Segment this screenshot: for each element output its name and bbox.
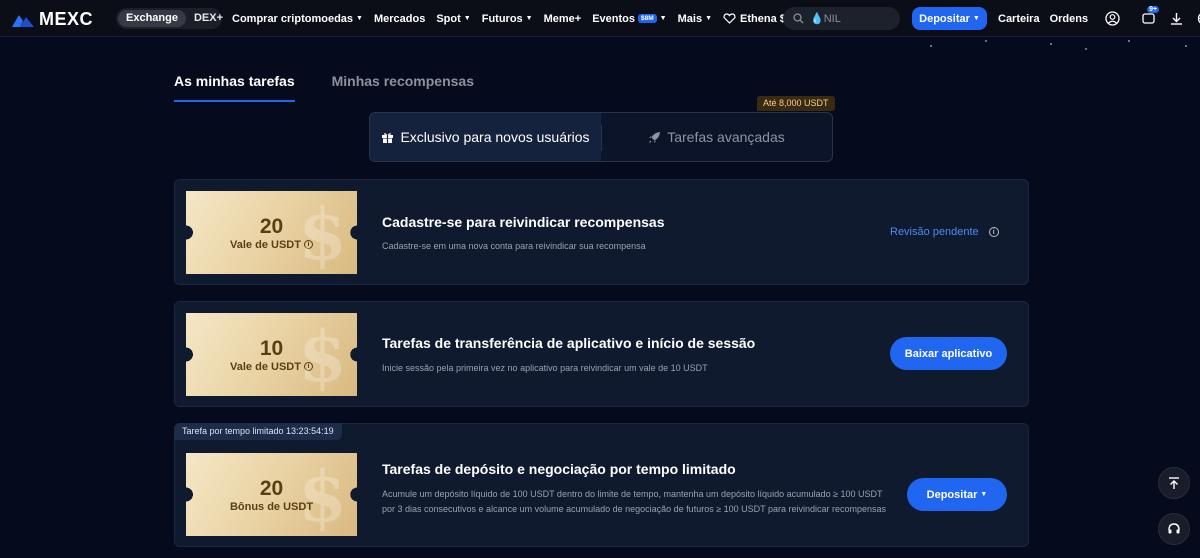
menu-spot[interactable]: Spot ▼: [436, 13, 470, 25]
menu-meme[interactable]: Meme+: [544, 13, 582, 25]
search-box[interactable]: 💧NIL: [783, 7, 900, 30]
caret-down-icon: ▼: [356, 15, 363, 22]
voucher-watermark-icon: $: [298, 193, 347, 274]
menu-label: Mais: [677, 12, 703, 25]
nav-right: Carteira Ordens 9+: [998, 0, 1200, 37]
review-pending-status[interactable]: Revisão pendente i: [890, 226, 999, 238]
star-decoration: [1050, 43, 1052, 45]
task-description: Inicie sessão pela primeira vez no aplic…: [382, 363, 708, 373]
deposit-button[interactable]: Depositar ▼: [912, 7, 987, 30]
ordens-link[interactable]: Ordens: [1050, 13, 1089, 25]
voucher-label-text: Vale de USDT: [230, 360, 301, 373]
task-title: Tarefas de depósito e negociação por tem…: [382, 461, 736, 477]
caret-down-icon: ▼: [705, 15, 713, 22]
exchange-dex-switch: Exchange DEX+: [116, 8, 223, 29]
voucher-amount: 10: [259, 336, 284, 360]
logo-text: MEXC: [39, 9, 94, 29]
menu-mercados[interactable]: Mercados: [374, 13, 425, 25]
menu-eventos[interactable]: Eventos $8M ▼: [592, 13, 666, 25]
caret-down-icon: ▼: [463, 15, 471, 22]
task-type-switcher: Exclusivo para novos usuários Tarefas av…: [369, 112, 833, 162]
menu-futuros[interactable]: Futuros ▼: [482, 13, 533, 25]
star-decoration: [930, 45, 932, 47]
top-navbar: MEXC Exchange DEX+ Comprar criptomoedas ▼…: [0, 0, 1200, 37]
rocket-icon: [648, 131, 661, 144]
main-menu: Comprar criptomoedas ▼ Mercados Spot ▼ Fut…: [232, 0, 812, 37]
search-icon: [793, 13, 804, 24]
segment-dex[interactable]: DEX+: [186, 10, 231, 27]
voucher-ticket: $ 20 Bônus de USDT: [186, 453, 357, 536]
carteira-link[interactable]: Carteira: [998, 13, 1040, 25]
star-decoration: [985, 40, 987, 42]
headset-icon: [1168, 523, 1180, 534]
task-title: Cadastre-se para reivindicar recompensas: [382, 214, 665, 230]
menu-label: Spot: [436, 12, 461, 25]
deposit-task-label: Depositar: [926, 488, 978, 501]
segment-exchange[interactable]: Exchange: [118, 10, 186, 27]
globe-icon[interactable]: [1196, 11, 1200, 27]
task-description: Cadastre-se em uma nova conta para reivi…: [382, 241, 646, 251]
mexc-logo-icon: [12, 14, 34, 27]
caret-down-icon: ▼: [659, 15, 667, 22]
menu-label: Eventos: [592, 12, 636, 25]
menu-label: Futuros: [481, 12, 523, 25]
task-card-deposit-trade: $ 20 Bônus de USDT Tarefas de depósito e…: [174, 423, 1029, 547]
tab-my-rewards[interactable]: Minhas recompensas: [332, 73, 474, 102]
voucher-watermark-icon: $: [298, 315, 347, 396]
star-decoration: [1085, 48, 1087, 50]
task-title: Tarefas de transferência de aplicativo e…: [382, 335, 756, 351]
voucher-amount: 20: [259, 214, 284, 238]
eventos-badge: $8M: [638, 14, 657, 23]
option-advanced-tasks-label: Tarefas avançadas: [667, 129, 785, 145]
scroll-to-top-button[interactable]: [1158, 467, 1190, 499]
caret-down-icon: ▼: [980, 491, 988, 498]
download-icon[interactable]: [1168, 11, 1184, 27]
task-description: Acumule um depósito líquido de 100 USDT …: [382, 489, 887, 514]
voucher-watermark-icon: $: [298, 455, 347, 536]
deposit-label: Depositar: [919, 12, 970, 25]
menu-label: Comprar criptomoedas: [232, 12, 354, 25]
limited-time-timer: Tarefa por tempo limitado 13:23:54:19: [174, 423, 342, 440]
notification-badge: 9+: [1147, 5, 1160, 13]
option-new-users-label: Exclusivo para novos usuários: [400, 129, 590, 145]
menu-mais[interactable]: Mais ▼: [678, 13, 712, 25]
search-placeholder: NIL: [823, 13, 841, 25]
support-button[interactable]: [1158, 513, 1190, 545]
voucher-ticket: $ 20 Vale de USDT i: [186, 191, 357, 274]
gift-icon: [381, 131, 394, 144]
star-decoration: [1185, 45, 1187, 47]
menu-comprar-criptomoedas[interactable]: Comprar criptomoedas ▼: [232, 13, 363, 25]
caret-down-icon: ▼: [525, 15, 533, 22]
voucher-ticket: $ 10 Vale de USDT i: [186, 313, 357, 396]
ethena-icon: [723, 13, 736, 24]
download-app-button[interactable]: Baixar aplicativo: [890, 337, 1007, 370]
task-card-register: $ 20 Vale de USDT i Cadastre-se para reiv…: [174, 179, 1029, 285]
menu-label: Meme+: [543, 12, 582, 25]
reward-cap-badge: Até 8,000 USDT: [757, 96, 835, 111]
task-tabs: As minhas tarefas Minhas recompensas: [174, 73, 511, 102]
task-card-app-login: $ 10 Vale de USDT i Tarefas de transferên…: [174, 301, 1029, 407]
voucher-amount: 20: [259, 476, 284, 500]
notification-icon[interactable]: 9+: [1140, 5, 1160, 27]
arrow-up-icon: [1169, 477, 1179, 489]
caret-down-icon: ▼: [972, 15, 980, 22]
tab-my-tasks[interactable]: As minhas tarefas: [174, 73, 295, 102]
review-pending-label: Revisão pendente: [890, 226, 979, 238]
voucher-label-text: Vale de USDT: [230, 238, 301, 251]
menu-label: Mercados: [373, 12, 426, 25]
deposit-task-button[interactable]: Depositar ▼: [907, 478, 1007, 511]
search-input[interactable]: 💧NIL: [810, 12, 841, 25]
info-icon[interactable]: i: [988, 227, 999, 237]
option-advanced-tasks[interactable]: Tarefas avançadas: [601, 113, 832, 161]
switcher-divider: [601, 125, 602, 151]
mexc-logo[interactable]: MEXC: [11, 9, 93, 30]
user-icon[interactable]: [1104, 11, 1120, 27]
star-decoration: [1128, 40, 1130, 42]
option-new-users[interactable]: Exclusivo para novos usuários: [370, 113, 601, 161]
